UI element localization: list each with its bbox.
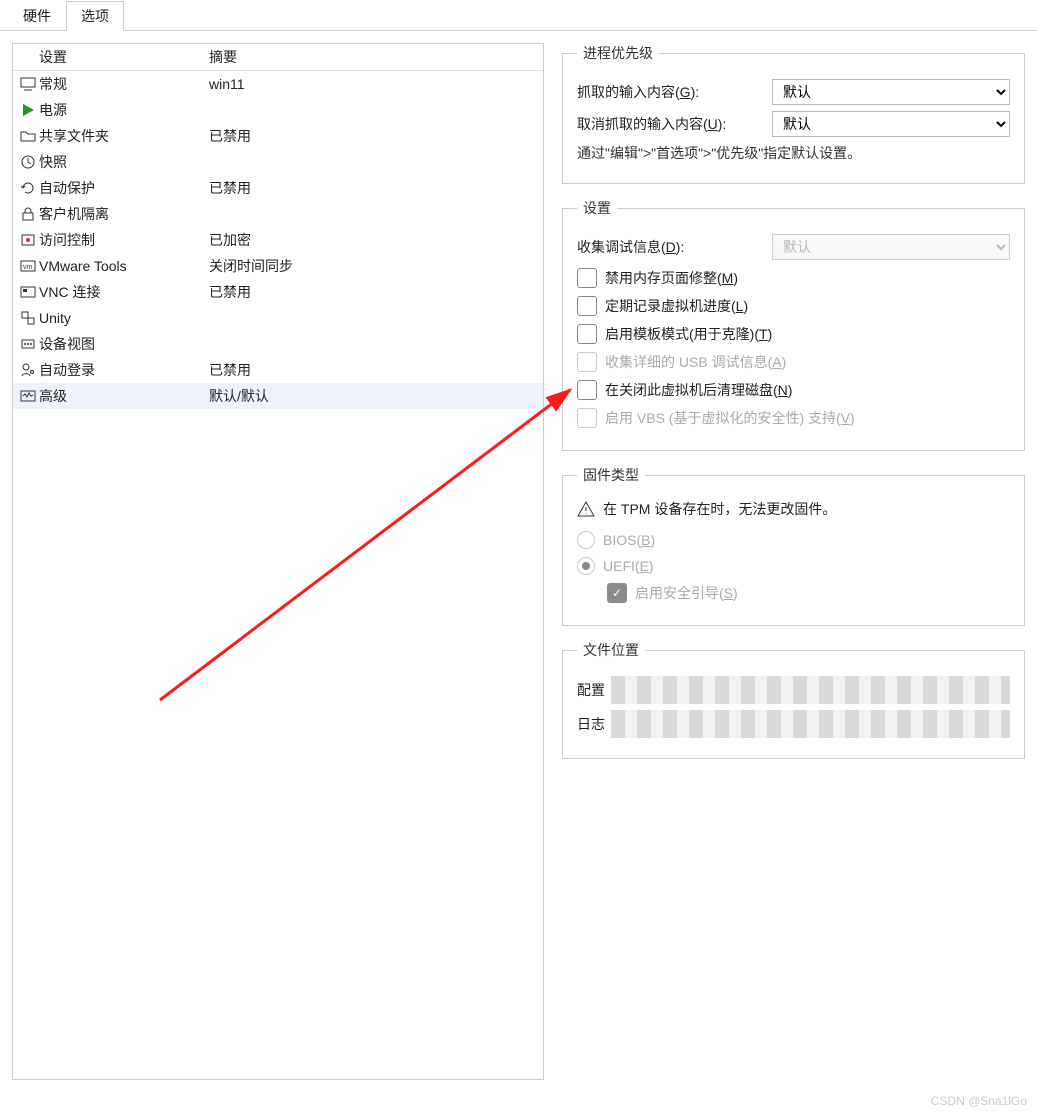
list-item-vmware-tools[interactable]: vm VMware Tools 关闭时间同步 — [13, 253, 543, 279]
col-header-summary: 摘要 — [209, 47, 539, 67]
list-label: 自动保护 — [39, 178, 209, 198]
list-item-vnc[interactable]: VNC 连接 已禁用 — [13, 279, 543, 305]
label-vbs: 启用 VBS (基于虚拟化的安全性) 支持(V) — [605, 408, 855, 428]
list-summary: 已禁用 — [209, 360, 539, 380]
label-mem-trim: 禁用内存页面修整(M) — [605, 268, 738, 288]
list-item-advanced[interactable]: 高级 默认/默认 — [13, 383, 543, 409]
label-template-mode: 启用模板模式(用于克隆)(T) — [605, 324, 772, 344]
label-clean-disk: 在关闭此虚拟机后清理磁盘(N) — [605, 380, 792, 400]
group-settings: 设置 收集调试信息(D): 默认 禁用内存页面修整(M) 定期记录虚拟机进度(L… — [562, 198, 1025, 451]
list-label: 自动登录 — [39, 360, 209, 380]
label-grabbed-input: 抓取的输入内容(G): — [577, 82, 762, 102]
list-label: 常规 — [39, 74, 209, 94]
play-icon — [20, 102, 36, 118]
list-label: VNC 连接 — [39, 282, 209, 302]
select-grabbed-priority[interactable]: 默认 — [772, 79, 1010, 105]
list-label: 电源 — [39, 100, 209, 120]
group-file-location: 文件位置 配置 日志 — [562, 640, 1025, 759]
list-label: 共享文件夹 — [39, 126, 209, 146]
shield-lock-icon — [20, 232, 36, 248]
list-item-autoprotect[interactable]: 自动保护 已禁用 — [13, 175, 543, 201]
lock-icon — [20, 206, 36, 222]
checkbox-template-mode[interactable] — [577, 324, 597, 344]
user-key-icon — [20, 362, 36, 378]
list-summary: 默认/默认 — [209, 386, 539, 406]
folder-icon — [20, 128, 36, 144]
vnc-icon — [20, 284, 36, 300]
checkbox-secure-boot — [607, 583, 627, 603]
refresh-icon — [20, 180, 36, 196]
list-item-device-view[interactable]: 设备视图 — [13, 331, 543, 357]
svg-text:vm: vm — [23, 264, 33, 271]
list-summary: 已禁用 — [209, 282, 539, 302]
list-label: 设备视图 — [39, 334, 209, 354]
list-item-unity[interactable]: Unity — [13, 305, 543, 331]
list-item-access-control[interactable]: 访问控制 已加密 — [13, 227, 543, 253]
group-firmware: 固件类型 在 TPM 设备存在时，无法更改固件。 BIOS(B) UEFI(E)… — [562, 465, 1025, 626]
list-label: 快照 — [39, 152, 209, 172]
label-bios: BIOS(B) — [603, 532, 655, 548]
label-uefi: UEFI(E) — [603, 558, 654, 574]
select-debug-info: 默认 — [772, 234, 1010, 260]
label-config-path: 配置 — [577, 680, 605, 700]
list-summary: 已禁用 — [209, 126, 539, 146]
select-ungrabbed-priority[interactable]: 默认 — [772, 111, 1010, 137]
label-log-progress: 定期记录虚拟机进度(L) — [605, 296, 748, 316]
checkbox-usb-debug — [577, 352, 597, 372]
radio-bios — [577, 531, 595, 549]
checkbox-clean-disk[interactable] — [577, 380, 597, 400]
list-item-shared-folders[interactable]: 共享文件夹 已禁用 — [13, 123, 543, 149]
checkbox-log-progress[interactable] — [577, 296, 597, 316]
list-summary: 关闭时间同步 — [209, 256, 539, 276]
tab-options[interactable]: 选项 — [66, 1, 124, 31]
tab-hardware[interactable]: 硬件 — [8, 1, 66, 31]
group-process-priority: 进程优先级 抓取的输入内容(G): 默认 取消抓取的输入内容(U): 默认 通过… — [562, 43, 1025, 184]
list-item-power[interactable]: 电源 — [13, 97, 543, 123]
label-usb-debug: 收集详细的 USB 调试信息(A) — [605, 352, 786, 372]
log-path-redacted — [611, 710, 1010, 738]
list-summary: 已禁用 — [209, 178, 539, 198]
list-label: Unity — [39, 310, 209, 326]
checkbox-mem-trim[interactable] — [577, 268, 597, 288]
warning-icon — [577, 500, 595, 518]
settings-list: 设置 摘要 常规 win11 电源 共享文件夹 已禁用 快照 自动保护 已禁用 — [12, 43, 544, 1080]
radio-uefi — [577, 557, 595, 575]
tab-bar: 硬件 选项 — [0, 0, 1037, 31]
list-item-snapshot[interactable]: 快照 — [13, 149, 543, 175]
label-ungrabbed-input: 取消抓取的输入内容(U): — [577, 114, 762, 134]
label-debug-info: 收集调试信息(D): — [577, 237, 762, 257]
list-item-autologin[interactable]: 自动登录 已禁用 — [13, 357, 543, 383]
list-item-general[interactable]: 常规 win11 — [13, 71, 543, 97]
monitor-icon — [20, 76, 36, 92]
list-label: 客户机隔离 — [39, 204, 209, 224]
list-label: 高级 — [39, 386, 209, 406]
vm-icon: vm — [20, 258, 36, 274]
priority-hint: 通过"编辑">"首选项">"优先级"指定默认设置。 — [577, 143, 1010, 163]
legend-firmware: 固件类型 — [577, 465, 645, 485]
list-label: VMware Tools — [39, 258, 209, 274]
device-icon — [20, 336, 36, 352]
config-path-redacted — [611, 676, 1010, 704]
unity-icon — [20, 310, 36, 326]
label-log-path: 日志 — [577, 714, 605, 734]
watermark: CSDN @Sna1lGo — [931, 1094, 1027, 1108]
legend-file-location: 文件位置 — [577, 640, 645, 660]
clock-icon — [20, 154, 36, 170]
col-header-setting: 设置 — [39, 47, 209, 67]
list-item-guest-isolation[interactable]: 客户机隔离 — [13, 201, 543, 227]
legend-settings: 设置 — [577, 198, 617, 218]
checkbox-vbs — [577, 408, 597, 428]
legend-priority: 进程优先级 — [577, 43, 659, 63]
label-secure-boot: 启用安全引导(S) — [635, 583, 738, 603]
list-summary: 已加密 — [209, 230, 539, 250]
advanced-icon — [20, 388, 36, 404]
list-label: 访问控制 — [39, 230, 209, 250]
firmware-warning: 在 TPM 设备存在时，无法更改固件。 — [603, 499, 836, 519]
list-summary: win11 — [209, 76, 539, 92]
